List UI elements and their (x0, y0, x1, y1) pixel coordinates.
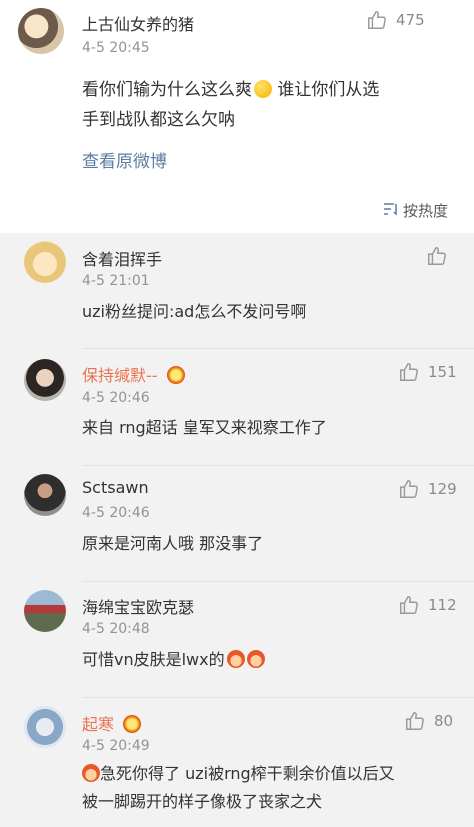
comment-text-line2: 手到战队都这么欠呐 (82, 110, 235, 130)
sort-icon (383, 202, 399, 220)
avatar[interactable] (24, 706, 66, 748)
reply-text: 原来是河南人哦 那没事了 (82, 534, 264, 553)
reply-text: 急死你得了 uzi被rng榨干剩余价值以后又 被一脚踢开的样子像极了丧家之犬 (82, 760, 395, 816)
reply-text: 可惜vn皮肤是lwx的 (82, 645, 265, 675)
like-button[interactable] (426, 245, 448, 267)
username-text: 起寒 (82, 715, 115, 734)
timestamp: 4-5 20:45 (82, 40, 150, 56)
laugh-emoji-icon (246, 650, 265, 668)
like-count: 151 (428, 363, 457, 381)
thumbs-up-icon (426, 245, 448, 267)
divider (82, 581, 474, 582)
timestamp: 4-5 20:49 (82, 738, 150, 754)
main-comment: 上古仙女养的猪 4-5 20:45 475 看你们输为什么这么爽 谁让你们从选 … (0, 0, 474, 233)
timestamp: 4-5 21:01 (82, 273, 150, 289)
reply-text-line1: 急死你得了 uzi被rng榨干剩余价值以后又 (100, 764, 395, 783)
like-count: 80 (434, 712, 454, 730)
thumbs-up-icon (366, 9, 388, 31)
vip-badge-icon (123, 715, 142, 733)
username[interactable]: Sctsawn (82, 478, 149, 497)
timestamp: 4-5 20:46 (82, 505, 150, 521)
username-text: 保持缄默-- (82, 366, 158, 385)
divider (82, 465, 474, 466)
thumbs-up-icon (404, 710, 426, 732)
username[interactable]: 保持缄默-- (82, 362, 185, 386)
like-count: 112 (428, 596, 457, 614)
username[interactable]: 含着泪挥手 (82, 246, 162, 270)
reply-text-line2: 被一脚踢开的样子像极了丧家之犬 (82, 792, 323, 811)
reply-text: 来自 rng超话 皇军又来视察工作了 (82, 418, 327, 437)
view-original-link[interactable]: 查看原微博 (82, 147, 167, 172)
reply-text-content: 可惜vn皮肤是lwx的 (82, 650, 225, 669)
like-count: 129 (428, 480, 457, 498)
avatar[interactable] (24, 590, 66, 632)
reply-text: uzi粉丝提问:ad怎么不发问号啊 (82, 302, 307, 321)
comment-text-line1-tail: 谁让你们从选 (272, 80, 380, 100)
vip-badge-icon (166, 366, 185, 384)
replies-list: 含着泪挥手 4-5 21:01 uzi粉丝提问:ad怎么不发问号啊 保持缄默--… (0, 233, 474, 827)
sort-label: 按热度 (403, 202, 449, 220)
laugh-emoji-icon (82, 764, 100, 782)
comment-text: 看你们输为什么这么爽 谁让你们从选 手到战队都这么欠呐 (82, 75, 462, 135)
thumbs-up-icon (398, 594, 420, 616)
like-button[interactable]: 129 (398, 478, 457, 500)
smile-emoji-icon (254, 80, 272, 98)
comment-text-line1: 看你们输为什么这么爽 (82, 80, 252, 100)
like-button[interactable]: 80 (404, 710, 453, 732)
like-button[interactable]: 112 (398, 594, 457, 616)
avatar[interactable] (24, 241, 66, 283)
like-count: 475 (396, 11, 425, 29)
like-button[interactable]: 151 (398, 361, 457, 383)
timestamp: 4-5 20:48 (82, 621, 150, 637)
avatar[interactable] (24, 474, 66, 516)
laugh-emoji-icon (226, 650, 245, 668)
avatar[interactable] (24, 359, 66, 401)
divider (82, 348, 474, 349)
username[interactable]: 起寒 (82, 711, 142, 735)
thumbs-up-icon (398, 478, 420, 500)
like-button[interactable]: 475 (366, 9, 425, 31)
divider (82, 697, 474, 698)
username[interactable]: 上古仙女养的猪 (82, 11, 194, 35)
sort-button[interactable]: 按热度 (383, 200, 448, 221)
thumbs-up-icon (398, 361, 420, 383)
user-avatar[interactable] (18, 8, 64, 54)
username[interactable]: 海绵宝宝欧克瑟 (82, 594, 194, 618)
timestamp: 4-5 20:46 (82, 390, 150, 406)
